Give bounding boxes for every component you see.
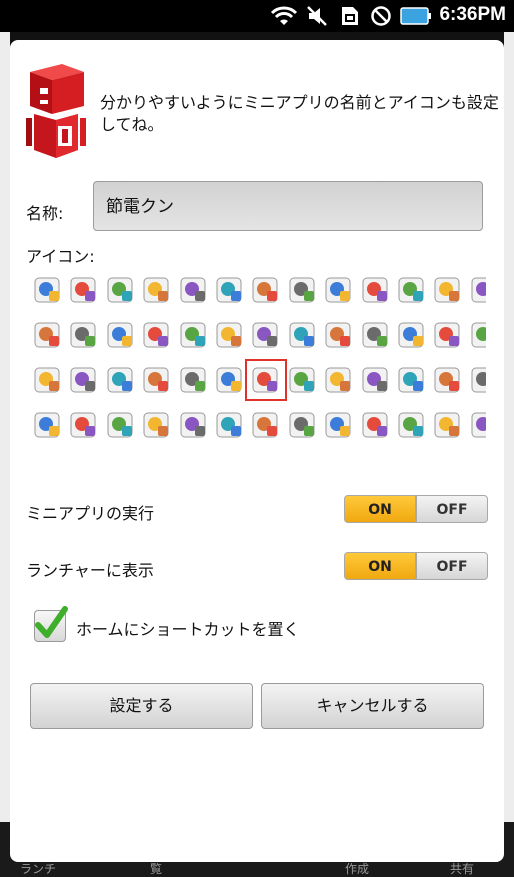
window-blue-icon[interactable] (358, 407, 394, 440)
dialog-message: 分かりやすいようにミニアプリの名前とアイコンも設定してね。 (100, 93, 499, 134)
shortcut-checkbox-label: ホームにショートカットを置く (76, 620, 300, 639)
run-mini-app-off-button[interactable]: OFF (416, 495, 488, 523)
book-icon[interactable] (139, 317, 175, 353)
sim-icon (342, 7, 358, 25)
people-pizza-icon[interactable] (467, 272, 486, 308)
speaker-add-icon[interactable] (30, 272, 66, 308)
house-icon[interactable] (358, 272, 394, 308)
show-in-launcher-on-button[interactable]: ON (344, 552, 416, 580)
timer-icon[interactable] (139, 407, 175, 440)
headphones-icon[interactable] (176, 362, 212, 398)
speaker-remove-icon[interactable] (66, 272, 102, 308)
robot-yellow-icon[interactable] (66, 362, 102, 398)
layout-icon[interactable] (467, 362, 486, 398)
show-in-launcher-off-button[interactable]: OFF (416, 552, 488, 580)
robot-green-icon[interactable] (103, 362, 139, 398)
blocked-icon (371, 6, 391, 26)
mini-app-settings-dialog: 分かりやすいようにミニアプリの名前とアイコンも設定してね。 名称: 節電クン ア… (10, 40, 504, 862)
stopwatch-icon[interactable] (103, 407, 139, 440)
phone-icon[interactable] (248, 407, 284, 440)
calendar-blue-icon[interactable] (430, 407, 466, 440)
wifi-icon (270, 6, 298, 25)
cancel-button[interactable]: キャンセルする (261, 683, 484, 729)
chart-icon[interactable] (212, 362, 248, 398)
calendar-icon[interactable] (212, 407, 248, 440)
clipboard-icon[interactable] (394, 317, 430, 353)
run-mini-app-on-button[interactable]: ON (344, 495, 416, 523)
robot-purple-icon[interactable] (139, 362, 175, 398)
background-content-right (504, 32, 514, 822)
hello-bubble-icon[interactable] (66, 317, 102, 353)
light-bulb-icon[interactable] (245, 359, 288, 401)
house-check-icon[interactable] (430, 272, 466, 308)
computer-search-icon[interactable] (176, 272, 212, 308)
icon-label: アイコン: (26, 247, 95, 266)
pen-icon[interactable] (285, 407, 321, 440)
computer-transfer-icon[interactable] (139, 272, 175, 308)
calendar-28-icon[interactable] (30, 317, 66, 353)
icon-picker-grid (30, 270, 486, 440)
gmail-icon[interactable] (176, 407, 212, 440)
widget-icon[interactable] (103, 317, 139, 353)
battery-icon (400, 7, 431, 25)
phone-audio-icon[interactable] (394, 362, 430, 398)
desktop-icon[interactable] (321, 272, 357, 308)
globe-icon[interactable] (285, 317, 321, 353)
robot-blue-icon[interactable] (30, 362, 66, 398)
soccer-ball-icon[interactable] (212, 317, 248, 353)
name-input[interactable]: 節電クン (93, 181, 483, 231)
show-in-launcher-toggle: ON OFF (344, 552, 490, 582)
clock: 6:36PM (439, 4, 506, 25)
burger-icon[interactable] (248, 272, 284, 308)
background-tab: 共有 (450, 862, 475, 876)
pages-icon[interactable] (467, 407, 486, 440)
house-info-icon[interactable] (394, 272, 430, 308)
status-bar: 6:36PM (0, 0, 514, 32)
photo-icon[interactable] (430, 362, 466, 398)
shortcut-checkbox[interactable] (34, 606, 68, 642)
book-red-icon[interactable] (321, 407, 357, 440)
window-icon[interactable] (30, 407, 66, 440)
box-icon[interactable] (248, 317, 284, 353)
background-tab: 作成 (345, 862, 370, 876)
name-label: 名称: (26, 204, 64, 223)
show-in-launcher-label: ランチャーに表示 (26, 561, 154, 580)
run-mini-app-label: ミニアプリの実行 (26, 504, 155, 523)
key-icon[interactable] (321, 317, 357, 353)
people-icon[interactable] (212, 272, 248, 308)
mail-icon[interactable] (430, 317, 466, 353)
piggy-bank-icon[interactable] (467, 317, 486, 353)
speaker-icon[interactable] (285, 362, 321, 398)
background-content-left (0, 32, 10, 822)
background-tab: ランチ (20, 862, 57, 876)
info-bubble-icon[interactable] (176, 317, 212, 353)
screen-icon[interactable] (321, 362, 357, 398)
background-tab: 覧 (150, 862, 163, 876)
mute-icon (307, 6, 327, 26)
bluetooth-icon[interactable] (358, 362, 394, 398)
computer-plus-icon[interactable] (103, 272, 139, 308)
bookshelf-icon[interactable] (358, 317, 394, 353)
checkmark-icon (35, 606, 68, 638)
run-mini-app-toggle: ON OFF (344, 495, 490, 525)
grid-icon[interactable] (66, 407, 102, 440)
confirm-button[interactable]: 設定する (30, 683, 253, 729)
globe-refresh-icon[interactable] (394, 407, 430, 440)
robot-mascot-icon (26, 64, 86, 158)
chat-bubble-icon[interactable] (285, 272, 321, 308)
